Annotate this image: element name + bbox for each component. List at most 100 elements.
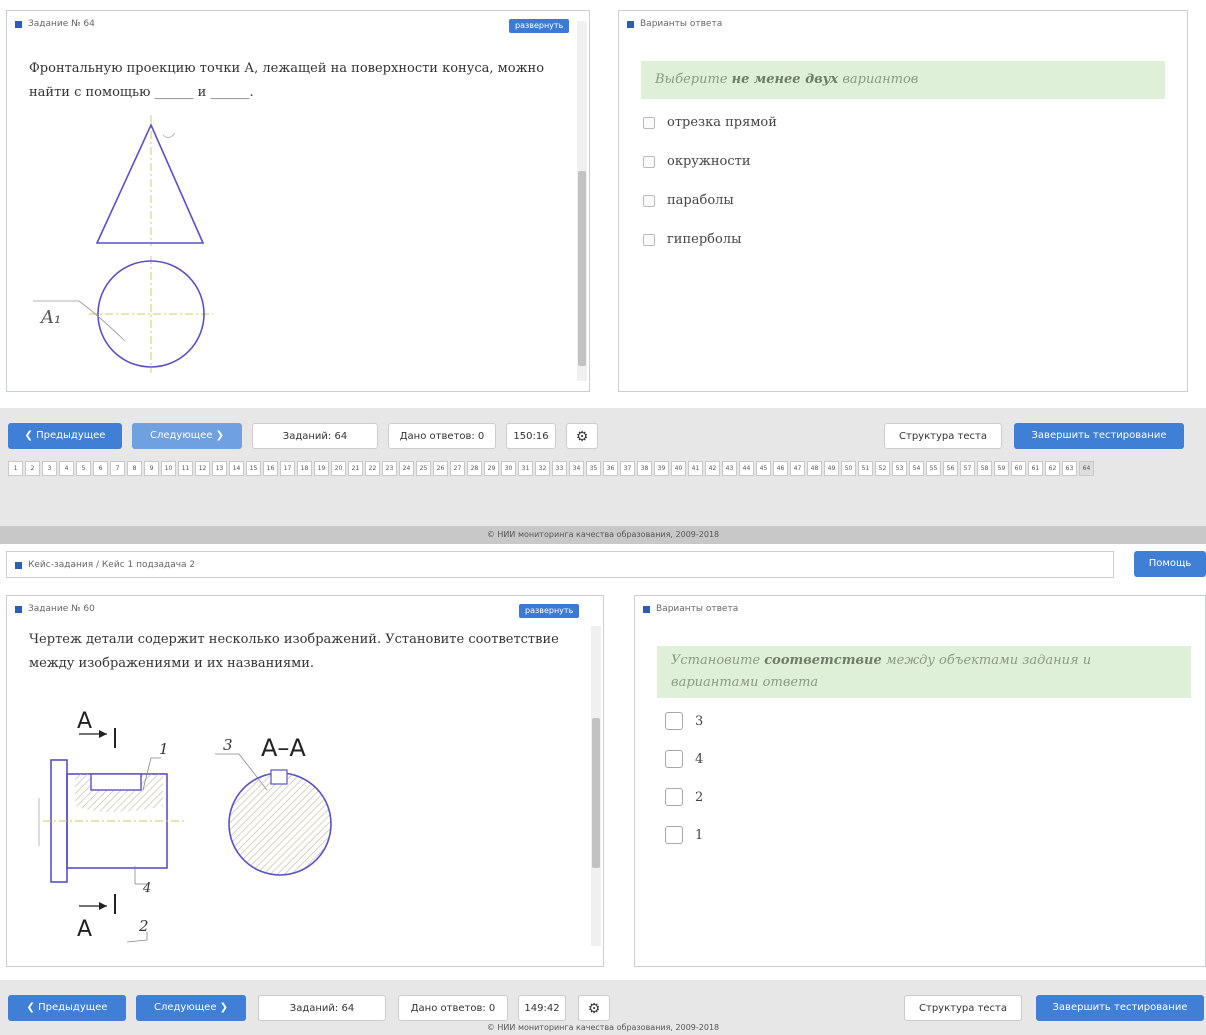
expand-button[interactable]: развернуть xyxy=(509,19,570,33)
page-link-51[interactable]: 51 xyxy=(858,461,873,476)
scrollbar[interactable] xyxy=(591,626,601,946)
page-link-4[interactable]: 4 xyxy=(59,461,74,476)
prev-button[interactable]: ❮ Предыдущее xyxy=(8,995,126,1021)
page-link-42[interactable]: 42 xyxy=(705,461,720,476)
page-link-59[interactable]: 59 xyxy=(994,461,1009,476)
page-link-53[interactable]: 53 xyxy=(892,461,907,476)
checkbox[interactable] xyxy=(643,155,655,168)
page-link-52[interactable]: 52 xyxy=(875,461,890,476)
checkbox[interactable] xyxy=(643,194,655,207)
scrollbar-thumb[interactable] xyxy=(592,718,600,868)
page-link-9[interactable]: 9 xyxy=(144,461,159,476)
checkbox[interactable] xyxy=(665,826,683,844)
checkbox[interactable] xyxy=(643,116,655,129)
page-link-6[interactable]: 6 xyxy=(93,461,108,476)
page-link-48[interactable]: 48 xyxy=(807,461,822,476)
page-link-25[interactable]: 25 xyxy=(416,461,431,476)
page-link-41[interactable]: 41 xyxy=(688,461,703,476)
option-3[interactable]: параболы xyxy=(643,193,734,208)
page-link-32[interactable]: 32 xyxy=(535,461,550,476)
option-2[interactable]: 4 xyxy=(665,750,703,768)
option-1[interactable]: отрезка прямой xyxy=(643,115,777,130)
page-link-33[interactable]: 33 xyxy=(552,461,567,476)
page-link-49[interactable]: 49 xyxy=(824,461,839,476)
page-link-26[interactable]: 26 xyxy=(433,461,448,476)
page-link-1[interactable]: 1 xyxy=(8,461,23,476)
page-link-16[interactable]: 16 xyxy=(263,461,278,476)
square-icon xyxy=(627,20,634,28)
page-link-35[interactable]: 35 xyxy=(586,461,601,476)
page-link-60[interactable]: 60 xyxy=(1011,461,1026,476)
finish-button[interactable]: Завершить тестирование xyxy=(1014,423,1184,449)
option-4[interactable]: гиперболы xyxy=(643,232,741,247)
option-3[interactable]: 2 xyxy=(665,788,703,806)
page-link-43[interactable]: 43 xyxy=(722,461,737,476)
answers-label: Варианты ответа xyxy=(640,19,723,29)
page-link-21[interactable]: 21 xyxy=(348,461,363,476)
checkbox[interactable] xyxy=(665,788,683,806)
page-link-63[interactable]: 63 xyxy=(1062,461,1077,476)
page-link-38[interactable]: 38 xyxy=(637,461,652,476)
gear-icon[interactable]: ⚙ xyxy=(578,995,610,1021)
page-link-47[interactable]: 47 xyxy=(790,461,805,476)
next-button[interactable]: Следующее ❯ xyxy=(132,423,242,449)
page-link-61[interactable]: 61 xyxy=(1028,461,1043,476)
prev-button[interactable]: ❮ Предыдущее xyxy=(8,423,122,449)
page-link-55[interactable]: 55 xyxy=(926,461,941,476)
page-link-11[interactable]: 11 xyxy=(178,461,193,476)
option-2[interactable]: окружности xyxy=(643,154,751,169)
page-link-29[interactable]: 29 xyxy=(484,461,499,476)
page-link-54[interactable]: 54 xyxy=(909,461,924,476)
page-link-20[interactable]: 20 xyxy=(331,461,346,476)
page-link-3[interactable]: 3 xyxy=(42,461,57,476)
structure-button[interactable]: Структура теста xyxy=(884,423,1002,449)
scrollbar-thumb[interactable] xyxy=(578,171,586,366)
page-link-5[interactable]: 5 xyxy=(76,461,91,476)
option-1[interactable]: 3 xyxy=(665,712,703,730)
option-4[interactable]: 1 xyxy=(665,826,703,844)
next-button[interactable]: Следующее ❯ xyxy=(136,995,246,1021)
page-link-8[interactable]: 8 xyxy=(127,461,142,476)
page-link-46[interactable]: 46 xyxy=(773,461,788,476)
page-link-44[interactable]: 44 xyxy=(739,461,754,476)
page-link-31[interactable]: 31 xyxy=(518,461,533,476)
checkbox[interactable] xyxy=(665,750,683,768)
page-link-12[interactable]: 12 xyxy=(195,461,210,476)
checkbox[interactable] xyxy=(643,233,655,246)
page-link-15[interactable]: 15 xyxy=(246,461,261,476)
page-link-17[interactable]: 17 xyxy=(280,461,295,476)
page-link-7[interactable]: 7 xyxy=(110,461,125,476)
expand-button[interactable]: развернуть xyxy=(519,604,580,618)
page-link-58[interactable]: 58 xyxy=(977,461,992,476)
page-link-62[interactable]: 62 xyxy=(1045,461,1060,476)
structure-button[interactable]: Структура теста xyxy=(904,995,1022,1021)
page-link-10[interactable]: 10 xyxy=(161,461,176,476)
page-link-45[interactable]: 45 xyxy=(756,461,771,476)
page-link-28[interactable]: 28 xyxy=(467,461,482,476)
page-link-18[interactable]: 18 xyxy=(297,461,312,476)
page-link-23[interactable]: 23 xyxy=(382,461,397,476)
page-link-34[interactable]: 34 xyxy=(569,461,584,476)
scrollbar[interactable] xyxy=(577,21,587,381)
page-link-27[interactable]: 27 xyxy=(450,461,465,476)
page-link-57[interactable]: 57 xyxy=(960,461,975,476)
page-link-19[interactable]: 19 xyxy=(314,461,329,476)
page-link-13[interactable]: 13 xyxy=(212,461,227,476)
page-link-56[interactable]: 56 xyxy=(943,461,958,476)
finish-button[interactable]: Завершить тестирование xyxy=(1036,995,1204,1021)
page-link-22[interactable]: 22 xyxy=(365,461,380,476)
page-link-64[interactable]: 64 xyxy=(1079,461,1094,476)
answered-count: Дано ответов: 0 xyxy=(388,423,496,449)
page-link-50[interactable]: 50 xyxy=(841,461,856,476)
page-link-36[interactable]: 36 xyxy=(603,461,618,476)
page-link-2[interactable]: 2 xyxy=(25,461,40,476)
page-link-40[interactable]: 40 xyxy=(671,461,686,476)
gear-icon[interactable]: ⚙ xyxy=(566,423,598,449)
checkbox[interactable] xyxy=(665,712,683,730)
page-link-14[interactable]: 14 xyxy=(229,461,244,476)
help-button[interactable]: Помощь xyxy=(1134,551,1206,577)
page-link-24[interactable]: 24 xyxy=(399,461,414,476)
page-link-39[interactable]: 39 xyxy=(654,461,669,476)
page-link-37[interactable]: 37 xyxy=(620,461,635,476)
page-link-30[interactable]: 30 xyxy=(501,461,516,476)
